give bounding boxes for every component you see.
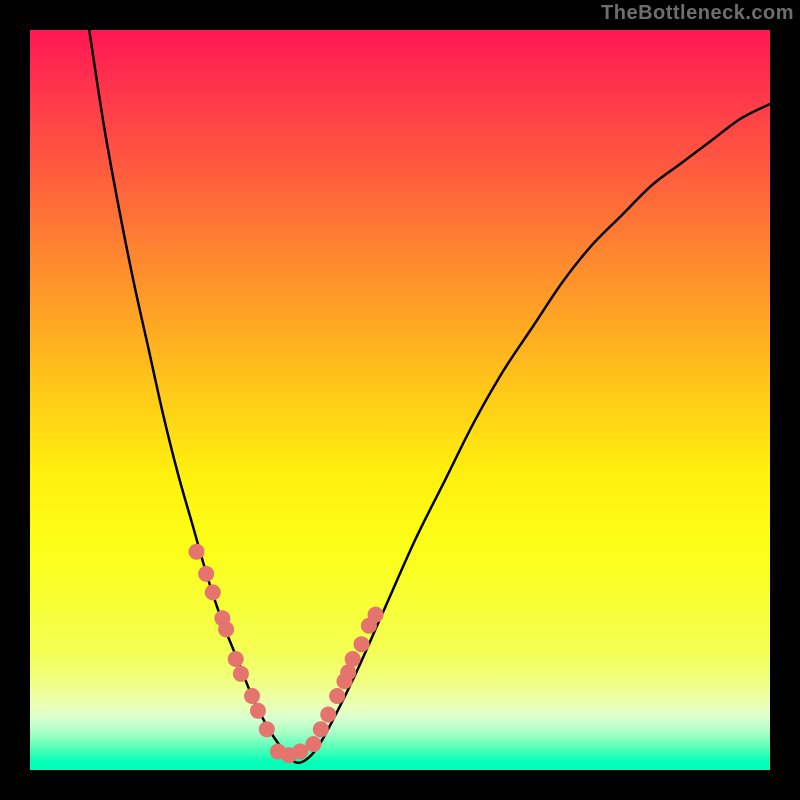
dot-dots-right <box>329 688 345 704</box>
curve-curve <box>89 30 770 763</box>
chart-curves <box>89 30 770 763</box>
dot-dots-right <box>368 607 384 623</box>
dot-dots-left <box>228 651 244 667</box>
dot-dots-left <box>205 584 221 600</box>
attribution-label: TheBottleneck.com <box>601 2 794 25</box>
dot-dots-right <box>305 736 321 752</box>
dot-dots-right <box>354 636 370 652</box>
dot-dots-left <box>189 544 205 560</box>
dot-dots-right <box>313 721 329 737</box>
dot-dots-left <box>259 721 275 737</box>
chart-dots <box>189 544 384 764</box>
dot-dots-left <box>218 621 234 637</box>
dot-dots-left <box>244 688 260 704</box>
dot-dots-right <box>320 707 336 723</box>
dot-dots-left <box>250 703 266 719</box>
chart-overlay <box>0 30 800 770</box>
dot-dots-left <box>233 666 249 682</box>
dot-dots-right <box>345 651 361 667</box>
dot-dots-left <box>198 566 214 582</box>
